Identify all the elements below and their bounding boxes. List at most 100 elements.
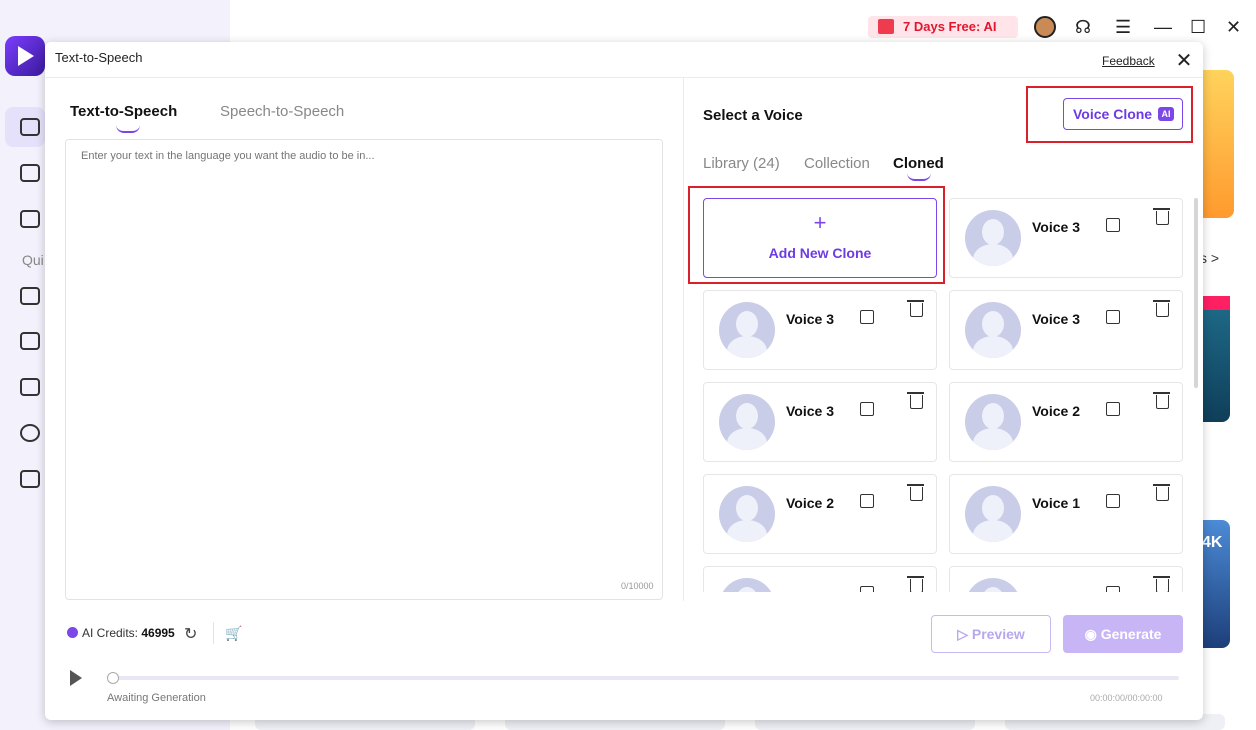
dialog-close-icon[interactable]: ✕ xyxy=(1173,50,1195,72)
highlight-box xyxy=(1026,86,1193,143)
audio-icon[interactable] xyxy=(20,424,40,442)
sidebar-section-label: Qui xyxy=(22,252,44,268)
shapes-icon[interactable] xyxy=(20,287,40,305)
credits-label: AI Credits: xyxy=(82,626,139,640)
divider xyxy=(213,622,214,644)
progress-knob[interactable] xyxy=(107,672,119,684)
promo-banner[interactable]: 7 Days Free: AI Use xyxy=(868,16,1018,56)
edit-icon[interactable] xyxy=(1106,310,1120,324)
text-input[interactable] xyxy=(65,139,663,600)
voice-avatar xyxy=(965,302,1021,358)
play-icon[interactable] xyxy=(70,670,82,686)
voice-avatar xyxy=(719,394,775,450)
voice-card[interactable]: Voice 1 xyxy=(949,474,1183,554)
text-input-pane: Text-to-Speech Speech-to-Speech 0/10000 xyxy=(45,78,683,618)
trash-icon[interactable] xyxy=(1153,208,1170,225)
edit-icon[interactable] xyxy=(860,310,874,324)
trash-icon[interactable] xyxy=(1153,484,1170,501)
playback-progress-bar[interactable] xyxy=(113,676,1179,680)
voice-name: Voice 3 xyxy=(1032,311,1080,327)
app-logo xyxy=(5,36,45,76)
voice-card-partial[interactable] xyxy=(949,566,1183,592)
edit-icon[interactable] xyxy=(1106,402,1120,416)
credits-value: 46995 xyxy=(141,626,175,640)
voice-name: Voice 3 xyxy=(786,403,834,419)
voice-avatar xyxy=(719,486,775,542)
tab-text-to-speech[interactable]: Text-to-Speech xyxy=(70,103,177,133)
voice-card-partial[interactable] xyxy=(703,566,937,592)
minimize-icon[interactable]: — xyxy=(1154,18,1172,36)
text-to-speech-dialog: Text-to-Speech Feedback ✕ Text-to-Speech… xyxy=(45,42,1203,720)
char-counter: 0/10000 xyxy=(621,581,654,591)
edit-icon[interactable] xyxy=(1106,494,1120,508)
voice-avatar xyxy=(965,394,1021,450)
edit-icon[interactable] xyxy=(1106,218,1120,232)
trash-icon[interactable] xyxy=(1153,392,1170,409)
background-card xyxy=(1200,296,1230,422)
highlight-box xyxy=(688,186,945,284)
voice-card[interactable]: Voice 3 xyxy=(703,290,937,370)
trash-icon[interactable] xyxy=(907,576,924,592)
window-close-icon[interactable]: ✕ xyxy=(1226,18,1241,36)
trash-icon[interactable] xyxy=(907,392,924,409)
voice-avatar xyxy=(719,302,775,358)
preview-button[interactable]: ▷ Preview xyxy=(931,615,1051,653)
background-card xyxy=(1200,70,1234,218)
voice-name: Voice 1 xyxy=(1032,495,1080,511)
menu-icon[interactable]: ☰ xyxy=(1115,18,1131,36)
user-avatar[interactable] xyxy=(1034,16,1056,38)
generate-icon: ◉ xyxy=(1084,625,1101,642)
tab-cloned[interactable]: Cloned xyxy=(893,155,944,181)
voice-name: Voice 3 xyxy=(1032,219,1080,235)
edit-document-icon[interactable] xyxy=(20,332,40,350)
tab-library[interactable]: Library (24) xyxy=(703,155,780,172)
headset-icon[interactable]: ☊ xyxy=(1075,18,1091,36)
image-edit-icon[interactable] xyxy=(20,378,40,396)
voice-avatar xyxy=(719,578,775,592)
voice-card[interactable]: Voice 2 xyxy=(949,382,1183,462)
trash-icon[interactable] xyxy=(907,484,924,501)
toolbox-icon[interactable] xyxy=(20,164,40,182)
credits-icon xyxy=(67,627,78,638)
video-edit-icon[interactable] xyxy=(20,470,40,488)
background-badge: 4K xyxy=(1202,534,1223,551)
gift-icon xyxy=(878,19,894,34)
trash-icon[interactable] xyxy=(1153,576,1170,592)
maximize-icon[interactable]: ☐ xyxy=(1190,18,1206,36)
trash-icon[interactable] xyxy=(907,300,924,317)
tab-collection[interactable]: Collection xyxy=(804,155,870,172)
background-cards xyxy=(1200,70,1256,730)
edit-icon[interactable] xyxy=(860,494,874,508)
voice-name: Voice 2 xyxy=(786,495,834,511)
voice-card[interactable]: Voice 2 xyxy=(703,474,937,554)
preview-label: Preview xyxy=(971,625,1025,642)
ai-credits: AI Credits: 46995 xyxy=(67,626,175,640)
generate-button[interactable]: ◉ Generate xyxy=(1063,615,1183,653)
feedback-link[interactable]: Feedback xyxy=(1102,54,1155,68)
tab-speech-to-speech[interactable]: Speech-to-Speech xyxy=(220,103,344,120)
edit-icon[interactable] xyxy=(860,402,874,416)
select-voice-heading: Select a Voice xyxy=(703,107,803,124)
voice-avatar xyxy=(965,578,1021,592)
play-outline-icon: ▷ xyxy=(957,625,972,642)
voice-select-pane: Select a Voice Voice Clone AI Library (2… xyxy=(684,78,1203,598)
voice-name: Voice 3 xyxy=(786,311,834,327)
voice-card[interactable]: Voice 3 xyxy=(949,198,1183,278)
voice-avatar xyxy=(965,210,1021,266)
voice-card[interactable]: Voice 3 xyxy=(949,290,1183,370)
voice-avatar xyxy=(965,486,1021,542)
refresh-icon[interactable]: ↻ xyxy=(184,624,197,644)
trash-icon[interactable] xyxy=(1153,300,1170,317)
voice-card[interactable]: Voice 3 xyxy=(703,382,937,462)
voice-list-scrollbar[interactable] xyxy=(1194,198,1198,388)
edit-icon[interactable] xyxy=(860,586,874,592)
generate-label: Generate xyxy=(1100,625,1162,642)
playback-timer: 00:00:00/00:00:00 xyxy=(1090,693,1163,703)
document-icon[interactable] xyxy=(20,210,40,228)
dialog-title: Text-to-Speech xyxy=(55,50,143,65)
home-icon[interactable] xyxy=(20,118,40,136)
voice-name: Voice 2 xyxy=(1032,403,1080,419)
generation-status: Awaiting Generation xyxy=(107,692,206,704)
edit-icon[interactable] xyxy=(1106,586,1120,592)
cart-icon[interactable]: 🛒 xyxy=(225,625,242,642)
